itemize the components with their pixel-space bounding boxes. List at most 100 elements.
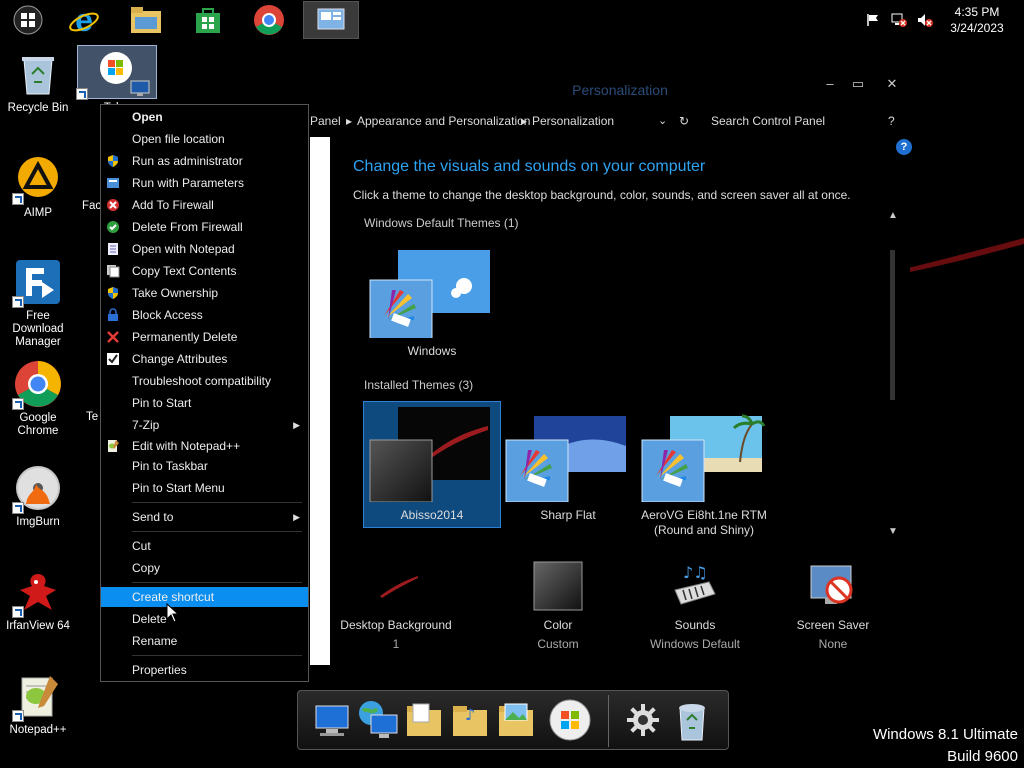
menu-item-change-attributes[interactable]: Change Attributes <box>101 349 308 369</box>
menu-item-run-with-parameters[interactable]: Run with Parameters <box>101 173 308 193</box>
theme-aerovg[interactable]: AeroVG Ei8ht.1ne RTM (Round and Shiny) <box>636 402 772 537</box>
menu-item-run-as-administrator[interactable]: Run as administrator <box>101 151 308 171</box>
minimize-button[interactable]: – <box>815 76 845 91</box>
desktop-icon-recycle-bin[interactable]: Recycle Bin <box>0 50 76 115</box>
scrollbar-thumb[interactable] <box>890 250 895 400</box>
dock: ♪ <box>297 690 729 750</box>
delete-x-icon <box>107 331 119 343</box>
desktop-icon-google-chrome[interactable]: Google Chrome <box>0 360 76 438</box>
help-icon[interactable]: ? <box>896 139 912 155</box>
maximize-button[interactable]: ▭ <box>843 76 873 92</box>
close-button[interactable]: ✕ <box>877 76 907 92</box>
shield-icon <box>108 287 118 299</box>
color-value: Custom <box>537 637 579 651</box>
left-pane <box>310 137 330 665</box>
scroll-down-icon[interactable]: ▼ <box>888 526 898 537</box>
theme-windows[interactable]: Windows <box>364 238 500 363</box>
firewall-add-icon <box>107 199 119 211</box>
main-content: Change the visuals and sounds on your co… <box>340 158 903 670</box>
menu-item-take-ownership[interactable]: Take Ownership <box>101 283 308 303</box>
taskbar-clock[interactable]: 4:35 PM 3/24/2023 <box>942 4 1012 36</box>
scroll-up-icon[interactable]: ▲ <box>888 210 898 221</box>
dock-settings[interactable] <box>621 696 665 744</box>
desktop-icon-te[interactable]: Te <box>70 411 100 424</box>
menu-item-open-file-location[interactable]: Open file location <box>101 129 308 149</box>
menu-item-block-access[interactable]: Block Access <box>101 305 308 325</box>
theme-abisso2014[interactable]: Abisso2014 <box>363 401 501 528</box>
menu-item-delete[interactable]: Delete <box>101 609 308 629</box>
menu-item-troubleshoot-compatibility[interactable]: Troubleshoot compatibility <box>101 371 308 391</box>
start-orb-icon[interactable] <box>0 1 56 39</box>
theme-sharp-flat[interactable]: Sharp Flat <box>500 402 636 527</box>
svg-text:♪: ♪ <box>465 705 475 724</box>
breadcrumb-personalization[interactable]: Personalization <box>532 114 614 128</box>
theme-windows-preview <box>369 250 490 338</box>
dock-recycle-bin[interactable] <box>670 696 714 744</box>
dock-computer[interactable] <box>310 696 354 744</box>
store-icon[interactable] <box>180 1 236 39</box>
sounds-link[interactable]: ♪♫ Sounds Windows Default <box>630 560 760 651</box>
file-explorer-icon[interactable] <box>118 1 174 39</box>
breadcrumb-separator-icon: ▸ <box>521 114 528 128</box>
dock-music[interactable]: ♪ <box>448 696 492 744</box>
desktop-background-icon <box>370 560 422 612</box>
submenu-arrow-icon: ▶ <box>293 512 300 522</box>
menu-item-open[interactable]: Open <box>101 107 308 127</box>
personalization-window: Personalization – ▭ ✕ Panel ▸ Appearance… <box>310 70 912 670</box>
desktop-icon-fac[interactable]: Fac <box>66 200 102 213</box>
menu-item-pin-to-start[interactable]: Pin to Start <box>101 393 308 413</box>
menu-item-delete-from-firewall[interactable]: Delete From Firewall <box>101 217 308 237</box>
menu-item-pin-to-taskbar[interactable]: Pin to Taskbar <box>101 456 308 476</box>
action-center-flag-icon[interactable] <box>864 11 882 29</box>
volume-muted-icon[interactable] <box>916 11 934 29</box>
documents-folder-icon <box>407 703 441 736</box>
dock-start[interactable] <box>548 696 592 744</box>
internet-explorer-icon[interactable]: e <box>56 1 112 39</box>
menu-item-edit-with-notepadpp[interactable]: Edit with Notepad++ <box>101 436 308 456</box>
dock-documents[interactable] <box>402 696 446 744</box>
desktop-background-link[interactable]: Desktop Background 1 <box>331 560 461 651</box>
desktop-icon-notepadpp[interactable]: Notepad++ <box>0 672 76 737</box>
menu-item-copy-text-contents[interactable]: Copy Text Contents <box>101 261 308 281</box>
menu-item-properties[interactable]: Properties <box>101 660 308 680</box>
desktop-icon-aimp[interactable]: AIMP <box>0 155 76 220</box>
menu-item-open-with-notepad[interactable]: Open with Notepad <box>101 239 308 259</box>
chrome-icon[interactable] <box>241 1 297 39</box>
network-disconnected-icon[interactable] <box>890 11 908 29</box>
watermark-build: Build 9600 <box>947 748 1018 765</box>
menu-item-cut[interactable]: Cut <box>101 536 308 556</box>
chevron-down-icon[interactable]: ⌄ <box>658 114 667 127</box>
theme-sharp-label: Sharp Flat <box>540 508 596 522</box>
color-link[interactable]: Color Custom <box>493 560 623 651</box>
dock-pictures[interactable] <box>494 696 538 744</box>
control-panel-taskbar-button[interactable] <box>303 1 359 39</box>
shortcut-arrow-icon <box>12 710 24 722</box>
breadcrumb-control-panel[interactable]: Panel <box>310 114 341 128</box>
run-icon <box>107 178 119 188</box>
menu-item-add-to-firewall[interactable]: Add To Firewall <box>101 195 308 215</box>
menu-item-copy[interactable]: Copy <box>101 558 308 578</box>
screen-saver-link[interactable]: Screen Saver None <box>768 560 898 651</box>
breadcrumb-appearance[interactable]: Appearance and Personalization <box>357 114 530 128</box>
desktop-icon-free-download-manager[interactable]: Free Download Manager <box>0 258 76 349</box>
desktop-icon-imgburn[interactable]: ImgBurn <box>0 464 76 529</box>
control-panel-icon <box>317 8 345 30</box>
refresh-icon[interactable]: ↻ <box>679 114 689 128</box>
desktop-icon-label: Fac <box>82 200 102 212</box>
menu-item-send-to[interactable]: Send to ▶ <box>101 507 308 527</box>
menu-item-7zip[interactable]: 7-Zip ▶ <box>101 415 308 435</box>
menu-item-rename[interactable]: Rename <box>101 631 308 651</box>
desktop-icon-label: Google Chrome <box>17 412 59 437</box>
themes-scrollbar[interactable]: ▲ ▼ <box>888 210 898 540</box>
menu-item-pin-to-start-menu[interactable]: Pin to Start Menu <box>101 478 308 498</box>
menu-item-create-shortcut[interactable]: Create shortcut <box>101 587 308 607</box>
wallpaper-swoosh <box>900 230 1024 290</box>
fdm-icon <box>12 258 62 308</box>
search-input[interactable]: Search Control Panel <box>711 114 825 128</box>
help-button[interactable]: ? <box>888 114 895 128</box>
desktop-icon-irfanview[interactable]: IrfanView 64 <box>0 568 76 633</box>
sounds-label: Sounds <box>674 618 716 632</box>
dock-network[interactable] <box>356 696 400 744</box>
menu-item-permanently-delete[interactable]: Permanently Delete <box>101 327 308 347</box>
mouse-cursor-icon <box>166 602 180 626</box>
